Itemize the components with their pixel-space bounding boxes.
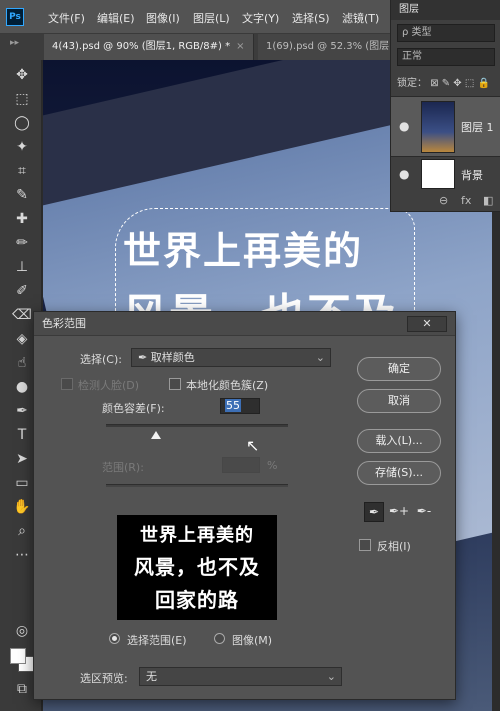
mouse-cursor-icon: ↖ [246, 436, 260, 455]
paint-bucket-icon[interactable]: ◈ [11, 328, 33, 350]
visibility-eye-icon[interactable]: ● [399, 167, 409, 181]
hand-icon[interactable]: ✋ [11, 496, 33, 518]
range-label: 范围(R): [102, 461, 144, 474]
dodge-icon[interactable]: ● [11, 376, 33, 398]
fuzziness-slider-track[interactable] [106, 424, 288, 427]
blend-mode-select[interactable]: 正常 [397, 48, 495, 66]
crop-icon[interactable]: ⌗ [11, 160, 33, 182]
brush-icon[interactable]: ✏ [11, 232, 33, 254]
range-input[interactable] [222, 457, 260, 473]
select-dropdown[interactable]: ✒ 取样颜色 ⌄ [131, 348, 331, 367]
type-icon[interactable]: T [11, 424, 33, 446]
path-select-icon[interactable]: ➤ [11, 448, 33, 470]
menu-edit[interactable]: 编辑(E) [97, 10, 135, 26]
lasso-icon[interactable]: ◯ [11, 112, 33, 134]
invert-label: 反相(I) [377, 540, 411, 553]
menu-filter[interactable]: 滤镜(T) [342, 10, 379, 26]
lock-options-icon[interactable]: ⊠ ✎ ✥ ⬚ 🔒 [430, 78, 490, 89]
layers-panel-title[interactable]: 图层 [391, 0, 500, 20]
layer-row-layer1[interactable]: ● 图层 1 [391, 96, 500, 156]
stamp-icon[interactable]: ⊥ [11, 256, 33, 278]
lock-label: 锁定： [397, 78, 427, 89]
selection-radio-label: 选择范围(E) [127, 634, 187, 647]
pen-icon[interactable]: ✒ [11, 400, 33, 422]
fuzziness-value: 55 [225, 399, 241, 412]
fx-icon[interactable]: fx [461, 194, 471, 207]
selection-preview-image: 世界上再美的 风景，也不及 回家的路 [117, 515, 277, 620]
screen-mode-icon[interactable]: ⧉ [11, 678, 33, 700]
layers-panel: 图层 ρ 类型 正常 锁定： ⊠ ✎ ✥ ⬚ 🔒 ● 图层 1 ● 背景 ⊖ f… [390, 0, 500, 212]
detect-faces-label: 检测人脸(D) [78, 379, 140, 392]
invert-checkbox[interactable] [359, 539, 371, 551]
menu-select[interactable]: 选择(S) [292, 10, 330, 26]
menu-layer[interactable]: 图层(L) [193, 10, 230, 26]
preview-line-1: 世界上再美的 [140, 525, 254, 546]
zoom-icon[interactable]: ⌕ [11, 520, 33, 542]
select-label: 选择(C): [80, 353, 122, 366]
layer-name: 图层 1 [461, 121, 494, 134]
smudge-icon[interactable]: ☝ [11, 352, 33, 374]
move-icon[interactable]: ✥ [11, 64, 33, 86]
collapse-toolbar-icon[interactable]: ▸▸ [10, 38, 19, 48]
rectangle-icon[interactable]: ▭ [11, 472, 33, 494]
dialog-title[interactable]: 色彩范围 [34, 312, 455, 336]
color-range-dialog: 色彩范围 ✕ 选择(C): ✒ 取样颜色 ⌄ 检测人脸(D) 本地化颜色簇(Z)… [33, 311, 456, 700]
selection-radio[interactable] [109, 633, 120, 644]
localized-clusters-label: 本地化颜色簇(Z) [186, 379, 269, 392]
magic-wand-icon[interactable]: ✦ [11, 136, 33, 158]
preview-line-2: 风景，也不及 [134, 555, 260, 579]
close-tab-icon[interactable]: × [236, 41, 244, 52]
ok-button[interactable]: 确定 [357, 357, 441, 381]
eyedropper-icon[interactable]: ✒ [364, 502, 384, 522]
cancel-button[interactable]: 取消 [357, 389, 441, 413]
detect-faces-checkbox[interactable] [61, 378, 73, 390]
select-value: ✒ 取样颜色 [138, 351, 195, 364]
image-radio[interactable] [214, 633, 225, 644]
healing-icon[interactable]: ✚ [11, 208, 33, 230]
lock-row: 锁定： ⊠ ✎ ✥ ⬚ 🔒 [397, 74, 490, 89]
layer-name: 背景 [461, 169, 483, 182]
localized-clusters-checkbox[interactable] [169, 378, 181, 390]
tab-label: 4(43).psd @ 90% (图层1, RGB/8#) * [52, 41, 231, 52]
save-button[interactable]: 存储(S)... [357, 461, 441, 485]
selection-preview-value: 无 [146, 670, 157, 683]
chevron-down-icon: ⌄ [315, 351, 325, 364]
eyedropper-icon[interactable]: ✎ [11, 184, 33, 206]
menu-file[interactable]: 文件(F) [48, 10, 85, 26]
fuzziness-input[interactable]: 55 [220, 398, 260, 414]
layer-thumbnail [421, 159, 455, 189]
history-brush-icon[interactable]: ✐ [11, 280, 33, 302]
fuzziness-slider-handle[interactable] [151, 431, 161, 439]
visibility-eye-icon[interactable]: ● [399, 119, 409, 133]
range-unit: % [267, 459, 278, 472]
mask-icon[interactable]: ◧ [483, 194, 493, 207]
eraser-icon[interactable]: ⌫ [11, 304, 33, 326]
tab-document-1[interactable]: 4(43).psd @ 90% (图层1, RGB/8#) * × [44, 34, 254, 60]
eyedropper-add-icon[interactable]: ✒+ [389, 502, 409, 522]
range-slider-track[interactable] [106, 484, 288, 487]
preview-line-3: 回家的路 [155, 588, 239, 612]
link-layers-icon[interactable]: ⊖ [439, 194, 448, 207]
more-tools-icon[interactable]: ⋯ [11, 544, 33, 566]
menu-image[interactable]: 图像(I) [146, 10, 180, 26]
fuzziness-label: 颜色容差(F): [102, 402, 165, 415]
eyedropper-subtract-icon[interactable]: ✒- [414, 502, 434, 522]
layer-kind-filter[interactable]: ρ 类型 [397, 24, 495, 42]
chevron-down-icon: ⌄ [326, 670, 336, 683]
load-button[interactable]: 载入(L)... [357, 429, 441, 453]
selection-preview-label: 选区预览: [80, 672, 128, 685]
image-radio-label: 图像(M) [232, 634, 273, 647]
photoshop-logo: Ps [6, 8, 24, 26]
layer-row-background[interactable]: ● 背景 [391, 156, 500, 190]
selection-preview-dropdown[interactable]: 无 ⌄ [139, 667, 342, 686]
foreground-color-swatch[interactable] [10, 648, 26, 664]
layers-footer: ⊖ fx ◧ [391, 190, 500, 212]
marquee-icon[interactable]: ⬚ [11, 88, 33, 110]
layer-thumbnail [421, 101, 455, 153]
quick-mask-icon[interactable]: ◎ [11, 620, 33, 642]
menu-type[interactable]: 文字(Y) [242, 10, 279, 26]
close-icon[interactable]: ✕ [407, 316, 447, 332]
